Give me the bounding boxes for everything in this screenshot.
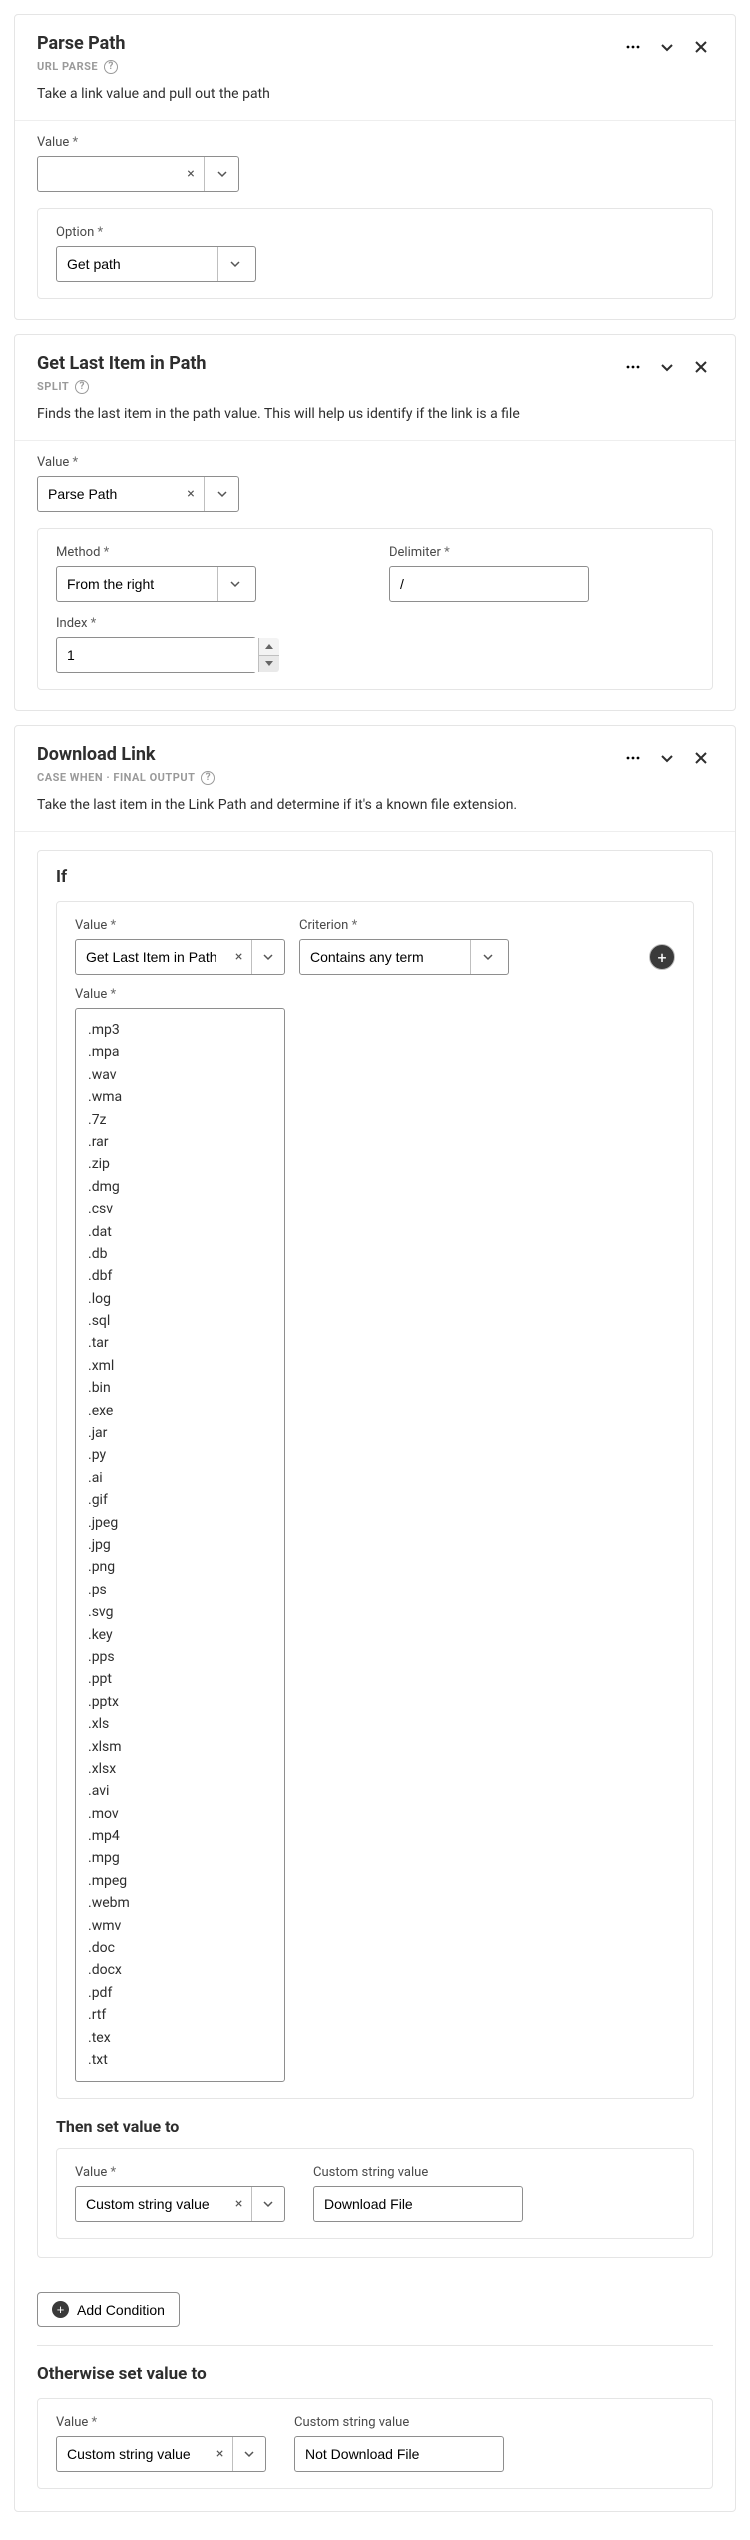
panel-subtitle: URL PARSE — [37, 60, 98, 73]
value-combo[interactable]: × — [37, 156, 239, 192]
chevron-down-icon[interactable] — [217, 567, 251, 601]
panel-subtitle: SPLIT — [37, 380, 69, 393]
value-combo[interactable]: × — [37, 476, 239, 512]
otherwise-string-input[interactable] — [294, 2436, 504, 2472]
help-icon[interactable]: ? — [75, 380, 89, 394]
help-icon[interactable]: ? — [104, 60, 118, 74]
help-icon[interactable]: ? — [201, 771, 215, 785]
panel-description: Take a link value and pull out the path — [15, 74, 735, 120]
then-value-label: Value — [75, 2165, 285, 2180]
option-value[interactable] — [57, 247, 217, 281]
otherwise-value-label: Value — [56, 2415, 266, 2430]
value-input[interactable] — [38, 477, 178, 511]
collapse-icon[interactable] — [655, 746, 679, 770]
close-icon[interactable] — [689, 35, 713, 59]
parse-path-panel: Parse Path URL PARSE ? Take a link value… — [14, 14, 736, 320]
value-input[interactable] — [38, 157, 178, 191]
otherwise-value-combo[interactable]: × — [56, 2436, 266, 2472]
then-value-combo[interactable]: × — [75, 2186, 285, 2222]
collapse-icon[interactable] — [655, 355, 679, 379]
more-icon[interactable] — [621, 355, 645, 379]
if-title: If — [56, 867, 694, 887]
add-condition-button[interactable]: + Add Condition — [37, 2292, 180, 2327]
method-label: Method — [56, 545, 361, 560]
criterion-select[interactable] — [299, 939, 509, 975]
chevron-down-icon[interactable] — [232, 2437, 265, 2471]
plus-icon: + — [52, 2301, 69, 2318]
chevron-down-icon[interactable] — [217, 247, 251, 281]
value-label: Value — [37, 135, 713, 150]
if-value-input[interactable] — [76, 940, 226, 974]
close-icon[interactable] — [689, 355, 713, 379]
download-link-panel: Download Link CASE WHEN · FINAL OUTPUT ?… — [14, 725, 736, 2512]
collapse-icon[interactable] — [655, 35, 679, 59]
criterion-value[interactable] — [300, 940, 470, 974]
panel-description: Finds the last item in the path value. T… — [15, 394, 735, 440]
value-label: Value — [37, 455, 713, 470]
stepper-up-icon[interactable] — [259, 638, 279, 656]
chevron-down-icon[interactable] — [204, 477, 238, 511]
clear-icon[interactable]: × — [226, 940, 251, 974]
close-icon[interactable] — [689, 746, 713, 770]
panel-title: Parse Path — [37, 33, 621, 54]
add-condition-label: Add Condition — [77, 2302, 165, 2318]
then-title: Then set value to — [56, 2117, 694, 2136]
otherwise-string-label: Custom string value — [294, 2415, 504, 2430]
more-icon[interactable] — [621, 746, 645, 770]
clear-icon[interactable]: × — [207, 2437, 232, 2471]
index-input[interactable] — [57, 638, 258, 672]
chevron-down-icon[interactable] — [251, 940, 284, 974]
get-last-item-panel: Get Last Item in Path SPLIT ? Finds the … — [14, 334, 736, 711]
clear-icon[interactable]: × — [178, 477, 204, 511]
option-select[interactable] — [56, 246, 256, 282]
if-value-label: Value — [75, 918, 285, 933]
clear-icon[interactable]: × — [178, 157, 204, 191]
index-stepper[interactable] — [56, 637, 256, 673]
then-string-label: Custom string value — [313, 2165, 523, 2180]
panel-title: Get Last Item in Path — [37, 353, 621, 374]
chevron-down-icon[interactable] — [204, 157, 238, 191]
list-label: Value — [75, 987, 675, 1002]
stepper-down-icon[interactable] — [259, 656, 279, 673]
criterion-label: Criterion — [299, 918, 509, 933]
index-label: Index — [56, 616, 694, 631]
method-value[interactable] — [57, 567, 217, 601]
panel-description: Take the last item in the Link Path and … — [15, 785, 735, 831]
otherwise-title: Otherwise set value to — [37, 2364, 713, 2384]
panel-subtitle: CASE WHEN · FINAL OUTPUT — [37, 771, 195, 784]
otherwise-value-input[interactable] — [57, 2437, 207, 2471]
more-icon[interactable] — [621, 35, 645, 59]
extensions-textarea[interactable]: .mp3 .mpa .wav .wma .7z .rar .zip .dmg .… — [75, 1008, 285, 2082]
option-label: Option — [56, 225, 694, 240]
then-string-input[interactable] — [313, 2186, 523, 2222]
method-select[interactable] — [56, 566, 256, 602]
chevron-down-icon[interactable] — [251, 2187, 284, 2221]
delimiter-label: Delimiter — [389, 545, 694, 560]
then-value-input[interactable] — [76, 2187, 226, 2221]
delimiter-input[interactable] — [389, 566, 589, 602]
add-criterion-button[interactable]: + — [649, 944, 675, 970]
if-value-combo[interactable]: × — [75, 939, 285, 975]
clear-icon[interactable]: × — [226, 2187, 251, 2221]
chevron-down-icon[interactable] — [470, 940, 504, 974]
panel-title: Download Link — [37, 744, 621, 765]
